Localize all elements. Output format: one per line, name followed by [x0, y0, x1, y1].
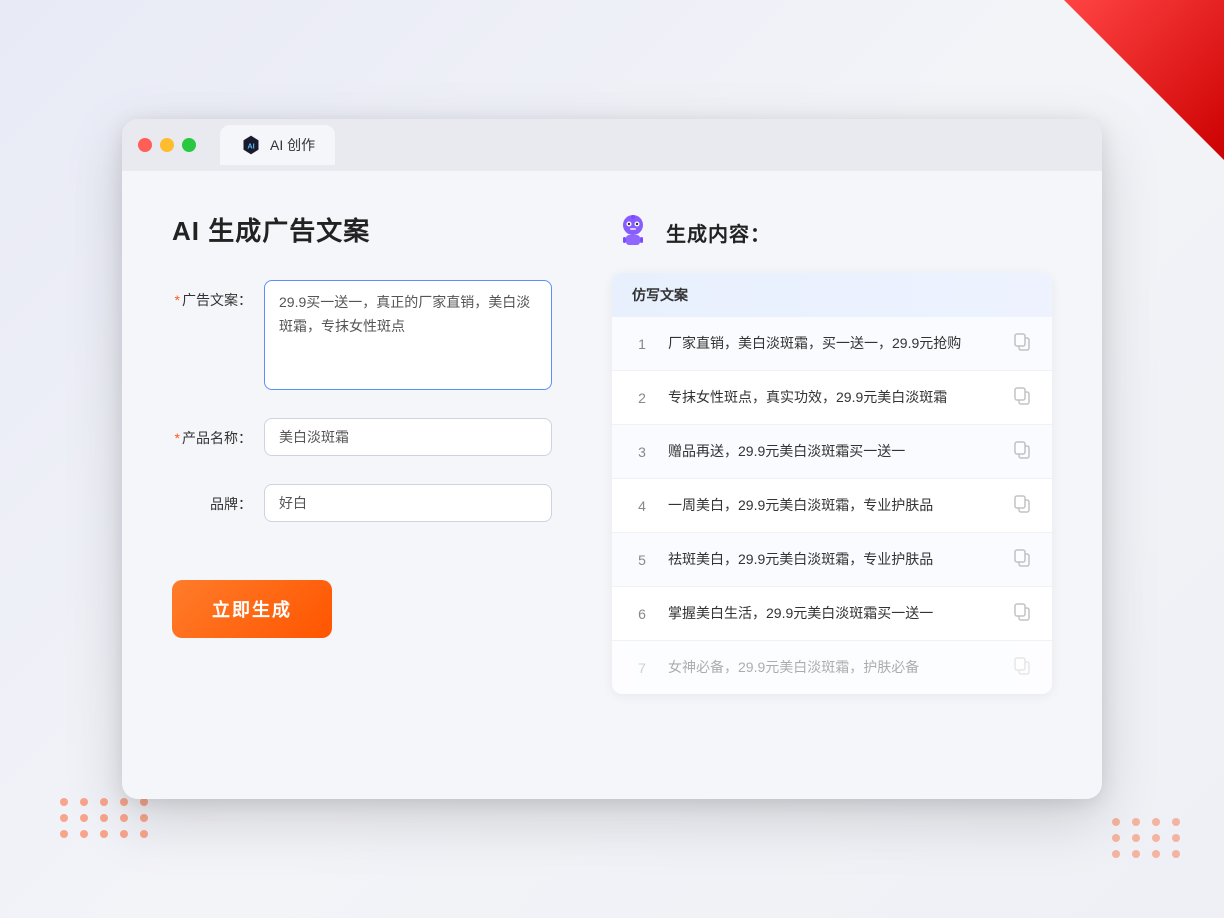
result-row-text: 厂家直销，美白淡斑霜，买一送一，29.9元抢购	[668, 333, 996, 354]
robot-icon	[612, 211, 654, 253]
copy-icon[interactable]	[1012, 493, 1032, 518]
decorative-dots-br	[1112, 818, 1184, 858]
generate-button[interactable]: 立即生成	[172, 580, 332, 638]
traffic-light-maximize[interactable]	[182, 138, 196, 152]
product-name-group: *产品名称：	[172, 418, 552, 456]
result-title: 生成内容：	[666, 218, 771, 247]
result-row-text: 专抹女性斑点，真实功效，29.9元美白淡斑霜	[668, 387, 996, 408]
result-header: 生成内容：	[612, 211, 1052, 253]
copy-icon[interactable]	[1012, 547, 1032, 572]
brand-input[interactable]	[264, 484, 552, 522]
product-name-input[interactable]	[264, 418, 552, 456]
product-name-label: *产品名称：	[172, 418, 252, 448]
result-row-text: 女神必备，29.9元美白淡斑霜，护肤必备	[668, 657, 996, 678]
brand-label: 品牌：	[172, 484, 252, 514]
result-table: 仿写文案 1 厂家直销，美白淡斑霜，买一送一，29.9元抢购 2 专抹女性斑点，真实…	[612, 273, 1052, 694]
traffic-light-minimize[interactable]	[160, 138, 174, 152]
ad-copy-textarea[interactable]: 29.9买一送一，真正的厂家直销，美白淡斑霜，专抹女性斑点	[264, 280, 552, 390]
result-row-num: 2	[632, 390, 652, 406]
result-row: 7 女神必备，29.9元美白淡斑霜，护肤必备	[612, 641, 1052, 694]
brand-group: 品牌：	[172, 484, 552, 522]
result-row: 4 一周美白，29.9元美白淡斑霜，专业护肤品	[612, 479, 1052, 533]
result-row-num: 6	[632, 606, 652, 622]
left-panel: AI 生成广告文案 *广告文案： 29.9买一送一，真正的厂家直销，美白淡斑霜，…	[172, 211, 552, 759]
result-table-header: 仿写文案	[612, 273, 1052, 317]
result-row-text: 一周美白，29.9元美白淡斑霜，专业护肤品	[668, 495, 996, 516]
decorative-dots-bl	[60, 798, 152, 838]
ad-copy-required: *	[175, 292, 180, 308]
result-rows-container: 1 厂家直销，美白淡斑霜，买一送一，29.9元抢购 2 专抹女性斑点，真实功效，29…	[612, 317, 1052, 694]
copy-icon[interactable]	[1012, 439, 1032, 464]
result-row-num: 4	[632, 498, 652, 514]
result-row-text: 赠品再送，29.9元美白淡斑霜买一送一	[668, 441, 996, 462]
browser-tab[interactable]: AI AI 创作	[220, 125, 335, 165]
result-row-num: 5	[632, 552, 652, 568]
copy-icon[interactable]	[1012, 385, 1032, 410]
copy-icon[interactable]	[1012, 331, 1032, 356]
traffic-lights	[138, 138, 196, 152]
result-row-num: 1	[632, 336, 652, 352]
ad-copy-group: *广告文案： 29.9买一送一，真正的厂家直销，美白淡斑霜，专抹女性斑点	[172, 280, 552, 390]
product-name-required: *	[175, 430, 180, 446]
result-row-num: 3	[632, 444, 652, 460]
page-title: AI 生成广告文案	[172, 211, 552, 248]
title-bar: AI AI 创作	[122, 119, 1102, 171]
copy-icon[interactable]	[1012, 655, 1032, 680]
copy-icon[interactable]	[1012, 601, 1032, 626]
result-row-text: 掌握美白生活，29.9元美白淡斑霜买一送一	[668, 603, 996, 624]
svg-text:AI: AI	[247, 142, 254, 151]
ai-tab-icon: AI	[240, 134, 262, 156]
tab-label: AI 创作	[270, 135, 315, 155]
traffic-light-close[interactable]	[138, 138, 152, 152]
result-row: 3 赠品再送，29.9元美白淡斑霜买一送一	[612, 425, 1052, 479]
result-row: 2 专抹女性斑点，真实功效，29.9元美白淡斑霜	[612, 371, 1052, 425]
browser-window: AI AI 创作 AI 生成广告文案 *广告文案： 29.9买一送一，真正的厂家…	[122, 119, 1102, 799]
result-row-text: 祛斑美白，29.9元美白淡斑霜，专业护肤品	[668, 549, 996, 570]
right-panel: 生成内容： 仿写文案 1 厂家直销，美白淡斑霜，买一送一，29.9元抢购 2 专抹女…	[612, 211, 1052, 759]
result-row-num: 7	[632, 660, 652, 676]
content-area: AI 生成广告文案 *广告文案： 29.9买一送一，真正的厂家直销，美白淡斑霜，…	[122, 171, 1102, 799]
result-row: 6 掌握美白生活，29.9元美白淡斑霜买一送一	[612, 587, 1052, 641]
result-row: 5 祛斑美白，29.9元美白淡斑霜，专业护肤品	[612, 533, 1052, 587]
result-row: 1 厂家直销，美白淡斑霜，买一送一，29.9元抢购	[612, 317, 1052, 371]
ad-copy-label: *广告文案：	[172, 280, 252, 310]
